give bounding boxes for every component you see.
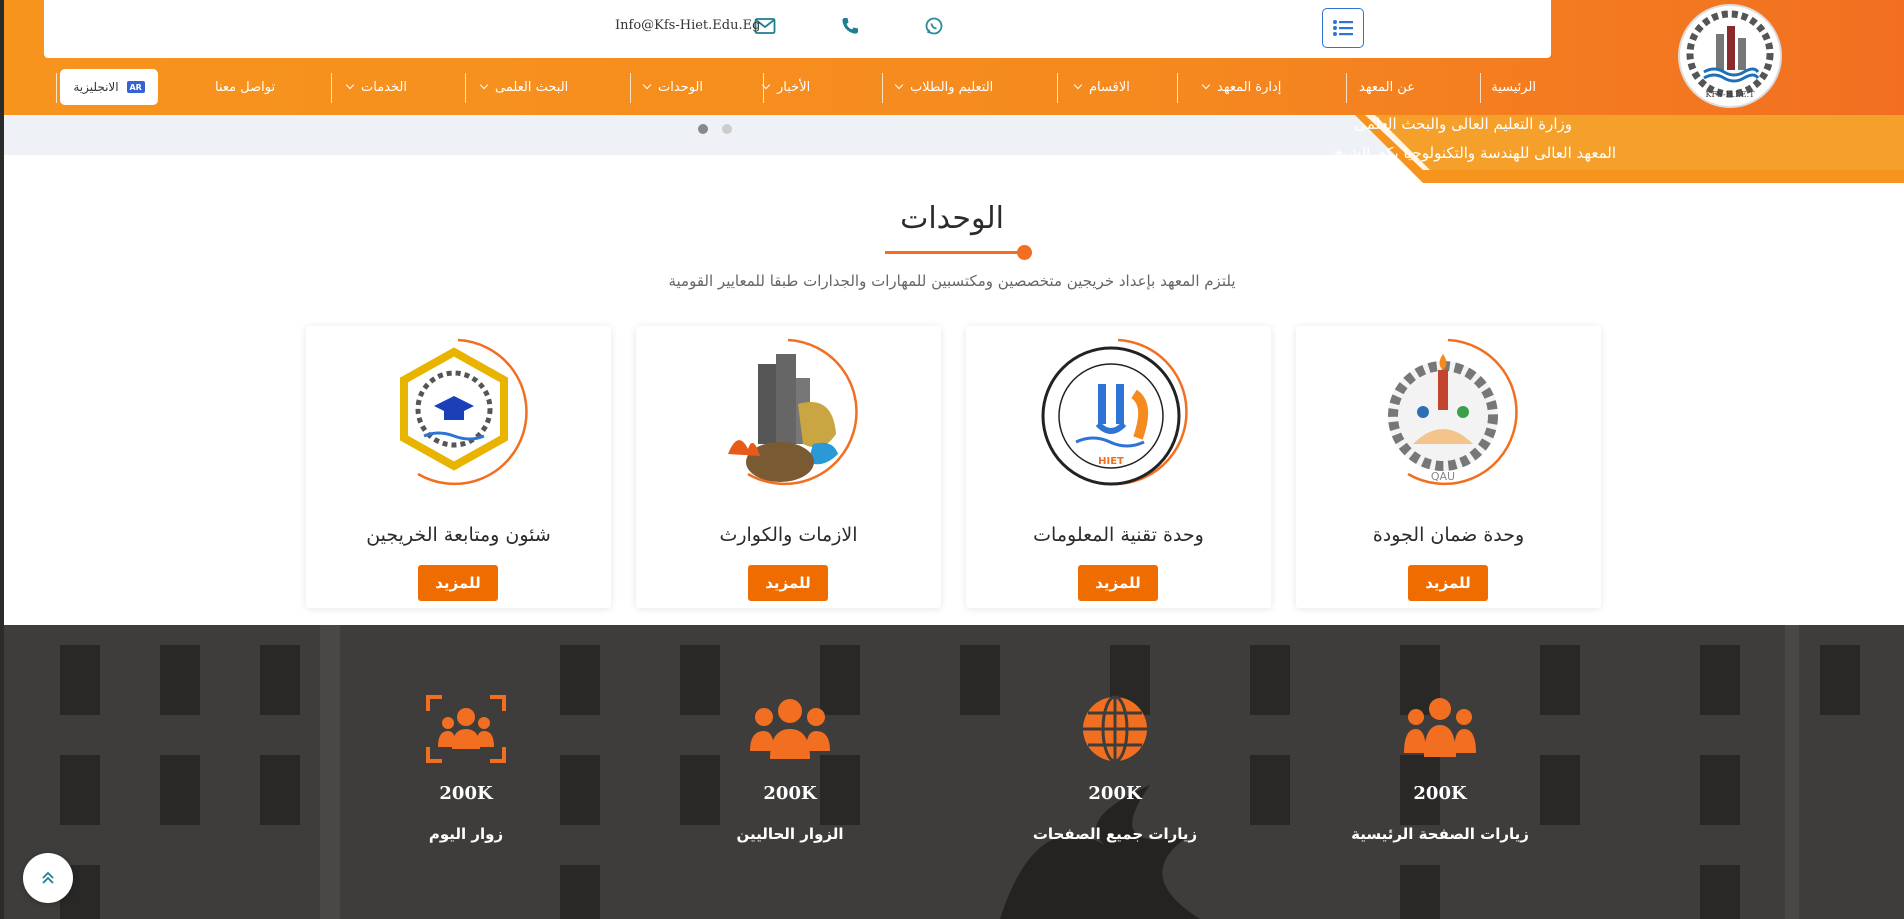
nav-item-units[interactable]: الوحدات [642, 67, 703, 107]
chevron-down-icon [1201, 80, 1211, 90]
nav-item-administration[interactable]: إدارة المعهد [1201, 67, 1281, 107]
nav-divider [331, 73, 332, 103]
users-icon [750, 699, 830, 759]
nav-divider [56, 73, 57, 103]
nav-item-departments[interactable]: الاقسام [1073, 67, 1130, 107]
unit-card-title: شئون ومتابعة الخريجين [366, 524, 551, 546]
more-button[interactable]: للمزيد [418, 565, 498, 601]
nav-item-education[interactable]: التعليم والطلاب [894, 67, 993, 107]
whatsapp-link[interactable] [922, 14, 946, 38]
double-chevron-up-icon [42, 871, 54, 884]
crisis-icon [728, 338, 858, 486]
unit-card-title: وحدة تقنية المعلومات [1033, 524, 1204, 546]
unit-card: شئون ومتابعة الخريجين للمزيد [306, 326, 611, 608]
stats-section: 200K زيارات الصفحة الرئيسية 200K زيارات … [0, 625, 1904, 919]
stat-label: زيارات جميع الصفحات [1032, 825, 1198, 843]
unit-card-title: وحدة ضمان الجودة [1372, 524, 1525, 546]
ministry-name: وزارة التعليم العالى والبحث العلمى [1354, 115, 1572, 133]
chevron-down-icon [894, 80, 904, 90]
section-title: الوحدات [900, 201, 1004, 236]
users-group-icon [1404, 698, 1476, 757]
quality-assurance-logo-icon: QAU [1388, 338, 1518, 486]
svg-text:QAU: QAU [1431, 470, 1455, 483]
nav-divider [1057, 73, 1058, 103]
chevron-down-icon [479, 80, 489, 90]
nav-divider [630, 73, 631, 103]
stat-label: زيارات الصفحة الرئيسية [1351, 825, 1529, 843]
stat-label: الزوار الحاليين [736, 825, 844, 843]
title-underline-dot [1017, 245, 1032, 260]
svg-text:HIET: HIET [1098, 456, 1124, 467]
slider-dot-active[interactable] [698, 124, 708, 134]
stat-value: 200K [439, 783, 493, 804]
stat-value: 200K [763, 783, 817, 804]
top-contact-bar: Info@Kfs-Hiet.Edu.Eg [44, 0, 1551, 58]
institute-name: المعهد العالى للهندسة والتكنولوجيا بكفرا… [1334, 144, 1616, 162]
hero-slider [4, 115, 1404, 155]
phone-link[interactable] [838, 14, 862, 38]
language-flag-icon: AR [126, 81, 145, 93]
logo-caption: KFS-H.I.E.T [1705, 90, 1755, 99]
nav-item-news[interactable]: الأخبار [761, 67, 810, 107]
globe-icon [1083, 695, 1147, 763]
nav-divider [763, 73, 764, 103]
nav-divider [465, 73, 466, 103]
more-button[interactable]: للمزيد [1078, 565, 1158, 601]
stat-value: 200K [1413, 783, 1467, 804]
unit-card: QAU وحدة ضمان الجودة للمزيد [1296, 326, 1601, 608]
main-nav: الرئيسية عن المعهد إدارة المعهد الاقسام … [56, 67, 1536, 107]
nav-item-contact[interactable]: تواصل معنا [215, 67, 275, 107]
nav-item-home[interactable]: الرئيسية [1491, 67, 1536, 107]
users-focus-icon [426, 695, 506, 763]
nav-item-services[interactable]: الخدمات [345, 67, 407, 107]
unit-card-title: الازمات والكوارث [719, 524, 858, 546]
stat-label: زوار اليوم [428, 825, 504, 843]
chevron-down-icon [642, 80, 652, 90]
chevron-down-icon [1073, 80, 1083, 90]
more-button[interactable]: للمزيد [748, 565, 828, 601]
nav-divider [1480, 73, 1481, 103]
nav-divider [1177, 73, 1178, 103]
unit-card: الازمات والكوارث للمزيد [636, 326, 941, 608]
chevron-down-icon [345, 80, 355, 90]
building-background [0, 625, 1904, 919]
nav-item-about[interactable]: عن المعهد [1359, 67, 1415, 107]
scroll-to-top-button[interactable] [23, 853, 73, 903]
contact-email[interactable]: Info@Kfs-Hiet.Edu.Eg [615, 18, 760, 33]
it-unit-logo-icon: HIET [1041, 338, 1188, 486]
title-underline [885, 251, 1023, 254]
language-toggle-button[interactable]: الانجليزية AR [60, 69, 158, 105]
unit-card: HIET وحدة تقنية المعلومات للمزيد [966, 326, 1271, 608]
stat-value: 200K [1088, 783, 1142, 804]
institute-logo[interactable]: KFS-H.I.E.T [1678, 4, 1782, 108]
more-button[interactable]: للمزيد [1408, 565, 1488, 601]
language-label: الانجليزية [73, 80, 119, 94]
phone-icon [842, 18, 858, 34]
nav-divider [1346, 73, 1347, 103]
whatsapp-icon [925, 17, 943, 35]
nav-item-research[interactable]: البحث العلمى [479, 67, 568, 107]
nav-divider [882, 73, 883, 103]
list-icon [1333, 20, 1353, 36]
slider-dot[interactable] [722, 124, 732, 134]
graduation-cap-icon [400, 338, 528, 486]
section-subtitle: يلتزم المعهد بإعداد خريجين متخصصين ومكتس… [668, 272, 1236, 290]
